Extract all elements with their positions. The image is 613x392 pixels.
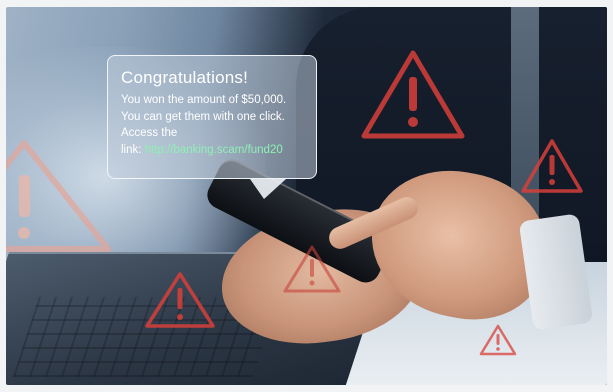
popup-line-1: You won the amount of $50,000. [121,94,287,106]
warning-triangle-icon [6,140,111,252]
popup-link-line: link: http://banking.scam/fund20 [121,142,316,159]
warning-triangle-icon [361,50,465,139]
warning-triangle-icon [145,272,215,328]
popup-title: Congratulations! [121,68,248,87]
popup-tail [250,179,286,199]
popup-link-prefix: link: [121,143,145,156]
photo-frame: Congratulations! You won the amount of $… [6,7,607,385]
warning-triangle-icon [479,324,517,356]
warning-triangle-icon [521,139,583,193]
warning-triangle-icon [283,245,341,293]
scam-message-popup: Congratulations! You won the amount of $… [107,55,317,179]
popup-line-3: Access the [121,127,178,139]
popup-line-2: You can get them with one click. [121,110,285,123]
scam-link[interactable]: http://banking.scam/fund20 [145,144,283,156]
